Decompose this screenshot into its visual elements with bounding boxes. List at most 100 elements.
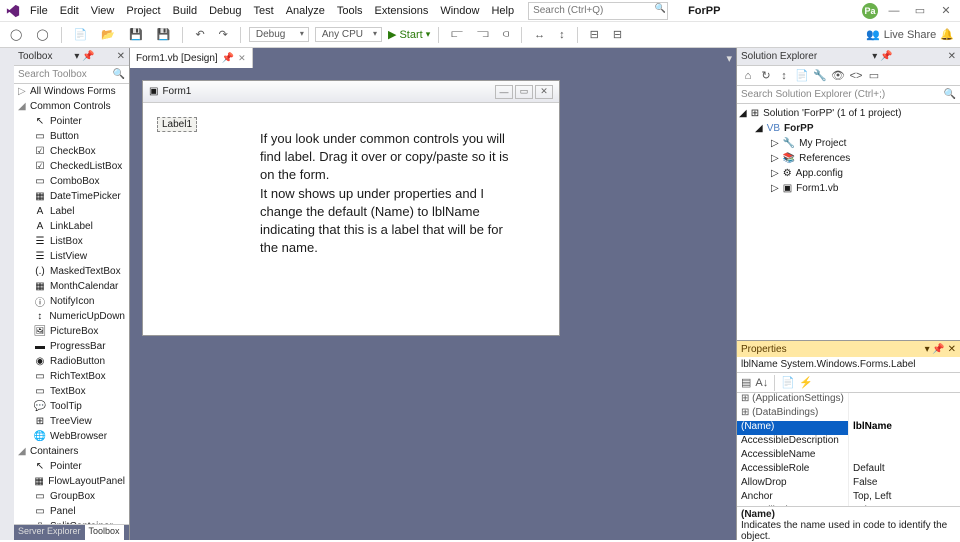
solution-node[interactable]: Solution 'ForPP' (1 of 1 project) (763, 108, 901, 119)
menu-view[interactable]: View (85, 3, 121, 19)
toolbox-item[interactable]: (.)MaskedTextBox (14, 264, 129, 279)
align-right-icon[interactable]: ⫏ (499, 26, 513, 43)
property-value[interactable] (849, 449, 960, 463)
toolbox-item[interactable]: ▭Panel (14, 504, 129, 519)
minimize-button[interactable]: — (884, 4, 904, 18)
spacing-v-icon[interactable]: ↕ (555, 27, 569, 43)
property-key[interactable]: (Name) (737, 421, 849, 435)
toolbox-pin-icon[interactable]: ▾ 📌 (74, 51, 94, 62)
toolbox-search-input[interactable]: Search Toolbox (18, 69, 87, 80)
label-control[interactable]: Label1 (157, 117, 197, 132)
align-center-icon[interactable]: ⫎ (473, 26, 493, 43)
property-value[interactable]: False (849, 477, 960, 491)
quick-search-input[interactable] (528, 2, 668, 20)
toolbox-item[interactable]: ☑CheckedListBox (14, 159, 129, 174)
tabstrip-dropdown-icon[interactable]: ▾ (722, 52, 736, 65)
property-value[interactable]: Top, Left (849, 491, 960, 505)
toolbox-item[interactable]: ☰ListView (14, 249, 129, 264)
server-explorer-tab[interactable]: Server Explorer (14, 525, 85, 540)
toolbox-tab[interactable]: Toolbox (85, 525, 124, 540)
platform-dropdown[interactable]: Any CPU (315, 27, 382, 42)
menu-file[interactable]: File (24, 3, 54, 19)
save-all-button[interactable]: 💾 (153, 26, 175, 43)
menu-analyze[interactable]: Analyze (280, 3, 331, 19)
menu-project[interactable]: Project (120, 3, 166, 19)
menu-edit[interactable]: Edit (54, 3, 85, 19)
property-key[interactable]: ⊞ (DataBindings) (737, 407, 849, 421)
collapse-icon[interactable]: ↕ (777, 70, 791, 82)
menu-window[interactable]: Window (434, 3, 485, 19)
menu-tools[interactable]: Tools (331, 3, 369, 19)
show-all-icon[interactable]: 📄 (795, 69, 809, 82)
collapsed-side-tab[interactable] (0, 48, 14, 540)
project-node[interactable]: ForPP (784, 123, 813, 134)
toolbox-item[interactable]: ALabel (14, 204, 129, 219)
solexp-pin-icon[interactable]: ▾ 📌 (872, 51, 892, 62)
solution-item[interactable]: My Project (799, 138, 846, 149)
config-dropdown[interactable]: Debug (249, 27, 309, 42)
restore-button[interactable]: ▭ (910, 4, 930, 18)
menu-debug[interactable]: Debug (203, 3, 247, 19)
toolbox-item[interactable]: ▭ComboBox (14, 174, 129, 189)
property-key[interactable]: Anchor (737, 491, 849, 505)
property-key[interactable]: AccessibleName (737, 449, 849, 463)
props-pin-icon[interactable]: ▾ 📌 ✕ (925, 344, 956, 355)
document-tab[interactable]: Form1.vb [Design] 📌 ✕ (130, 48, 253, 68)
save-button[interactable]: 💾 (125, 26, 147, 43)
toolbox-item[interactable]: ◉RadioButton (14, 354, 129, 369)
toolbox-item[interactable]: ⊞TreeView (14, 414, 129, 429)
props-page-icon[interactable]: 📄 (781, 376, 795, 389)
close-button[interactable]: ✕ (936, 4, 956, 18)
nav-fwd-button[interactable]: ◯ (32, 26, 52, 43)
toolbox-item[interactable]: 🖼PictureBox (14, 324, 129, 339)
start-debug-button[interactable]: ▶Start▾ (388, 28, 430, 41)
properties-icon[interactable]: 🔧 (813, 69, 827, 82)
open-button[interactable]: 📂 (97, 26, 119, 43)
toolbox-item[interactable]: ▭Button (14, 129, 129, 144)
close-tab-icon[interactable]: ✕ (238, 53, 246, 64)
property-value[interactable] (849, 393, 960, 407)
toolbox-item[interactable]: ▭RichTextBox (14, 369, 129, 384)
menu-build[interactable]: Build (167, 3, 203, 19)
solution-item[interactable]: App.config (796, 168, 843, 179)
center-h-icon[interactable]: ⊟ (586, 26, 603, 43)
center-v-icon[interactable]: ⊟ (609, 26, 626, 43)
view-design-icon[interactable]: ▭ (867, 69, 881, 82)
property-key[interactable]: AccessibleDescription (737, 435, 849, 449)
notifications-icon[interactable]: 🔔 (940, 28, 954, 41)
toolbox-close-icon[interactable]: ✕ (117, 51, 125, 62)
solution-item[interactable]: Form1.vb (796, 183, 838, 194)
new-project-button[interactable]: 📄 (70, 26, 92, 43)
solexp-close-icon[interactable]: ✕ (948, 51, 956, 62)
preview-icon[interactable]: 👁 (831, 69, 845, 82)
pin-icon[interactable]: 📌 (222, 53, 234, 64)
property-value[interactable] (849, 407, 960, 421)
property-key[interactable]: ⊞ (ApplicationSettings) (737, 393, 849, 407)
menu-test[interactable]: Test (248, 3, 280, 19)
solexp-search-input[interactable]: Search Solution Explorer (Ctrl+;) (741, 89, 885, 100)
toolbox-item[interactable]: ⓘNotifyIcon (14, 294, 129, 309)
toolbox-item[interactable]: 💬ToolTip (14, 399, 129, 414)
toolbox-section[interactable]: ◢Common Controls (14, 99, 129, 114)
toolbox-item[interactable]: ▦DateTimePicker (14, 189, 129, 204)
toolbox-item[interactable]: ☰ListBox (14, 234, 129, 249)
avatar[interactable]: Pa (862, 3, 878, 19)
categorized-icon[interactable]: ▤ (741, 376, 751, 389)
home-icon[interactable]: ⌂ (741, 70, 755, 82)
nav-back-button[interactable]: ◯ (6, 26, 26, 43)
toolbox-item[interactable]: ▦MonthCalendar (14, 279, 129, 294)
align-left-icon[interactable]: ⫍ (447, 26, 467, 43)
toolbox-item[interactable]: 🌐WebBrowser (14, 429, 129, 444)
toolbox-item[interactable]: ▬ProgressBar (14, 339, 129, 354)
toolbox-item[interactable]: ↕NumericUpDown (14, 309, 129, 324)
property-key[interactable]: AccessibleRole (737, 463, 849, 477)
toolbox-item[interactable]: ALinkLabel (14, 219, 129, 234)
solution-item[interactable]: References (799, 153, 850, 164)
redo-button[interactable]: ↷ (215, 26, 232, 43)
menu-extensions[interactable]: Extensions (369, 3, 435, 19)
toolbox-item[interactable]: ▭GroupBox (14, 489, 129, 504)
toolbox-section[interactable]: ▷All Windows Forms (14, 84, 129, 99)
alphabetical-icon[interactable]: A↓ (755, 377, 768, 389)
properties-selector[interactable]: lblName System.Windows.Forms.Label (737, 357, 960, 373)
spacing-h-icon[interactable]: ↔ (530, 27, 549, 43)
